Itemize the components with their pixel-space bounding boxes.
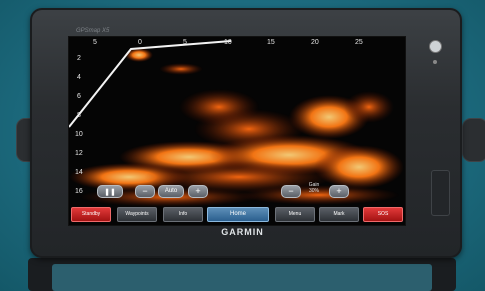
range-tick: 5 xyxy=(93,39,97,46)
brand-logo: GARMIN xyxy=(221,227,264,237)
mount-stand-inner xyxy=(52,264,432,291)
zoom-out-button[interactable]: − xyxy=(135,185,155,198)
depth-tick: 6 xyxy=(77,93,81,100)
standby-button[interactable]: Standby xyxy=(71,207,111,222)
pause-icon: ❚❚ xyxy=(104,189,116,196)
range-tick: 5 xyxy=(183,39,187,46)
info-button[interactable]: Info xyxy=(163,207,203,222)
range-tick: 25 xyxy=(355,39,363,46)
zoom-mode-button[interactable]: Auto xyxy=(158,185,184,198)
waypoints-button[interactable]: Waypoints xyxy=(117,207,157,222)
gain-readout: Gain 30% xyxy=(302,182,326,194)
range-tick: 10 xyxy=(224,39,232,46)
pause-button[interactable]: ❚❚ xyxy=(97,185,123,198)
range-tick: 15 xyxy=(267,39,275,46)
gain-value: 30% xyxy=(308,188,319,194)
depth-tick: 2 xyxy=(77,55,81,62)
zoom-in-button[interactable]: + xyxy=(188,185,208,198)
depth-tick: 16 xyxy=(75,188,83,195)
depth-tick: 12 xyxy=(75,150,83,157)
depth-tick: 14 xyxy=(75,169,83,176)
status-led xyxy=(433,60,437,64)
power-button[interactable] xyxy=(429,40,442,53)
gain-increase-button[interactable]: + xyxy=(329,185,349,198)
right-mount-knob[interactable] xyxy=(462,118,485,162)
mark-button[interactable]: Mark xyxy=(319,207,359,222)
card-slot[interactable] xyxy=(431,170,450,216)
softkey-bar: Standby Waypoints Info Home Menu Mark SO… xyxy=(69,204,405,225)
menu-button[interactable]: Menu xyxy=(275,207,315,222)
depth-tick: 8 xyxy=(77,112,81,119)
sos-button[interactable]: SOS xyxy=(363,207,403,222)
home-button[interactable]: Home xyxy=(207,207,269,222)
depth-tick: 4 xyxy=(77,74,81,81)
sonar-screen[interactable]: 5 0 5 10 15 20 25 2 4 6 8 10 12 14 16 ❚❚… xyxy=(68,36,406,226)
depth-tick: 10 xyxy=(75,131,83,138)
gain-decrease-button[interactable]: − xyxy=(281,185,301,198)
range-tick: 20 xyxy=(311,39,319,46)
range-tick: 0 xyxy=(138,39,142,46)
model-label: GPSmap X5 xyxy=(76,28,110,34)
